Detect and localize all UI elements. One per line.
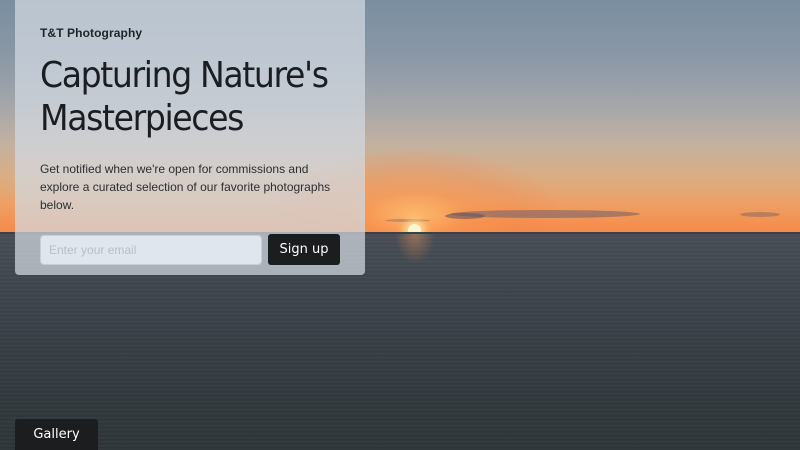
hero-description: Get notified when we're open for commiss…	[40, 162, 331, 212]
page-title: Capturing Nature's Masterpieces	[40, 55, 329, 139]
sign-up-button[interactable]: Sign up	[268, 234, 340, 265]
cloud	[445, 213, 485, 219]
cloud	[740, 212, 780, 217]
brand-name: T&T Photography	[40, 26, 143, 40]
hero-card: T&T Photography Capturing Nature's Maste…	[15, 0, 365, 275]
sun-reflection	[395, 234, 435, 264]
signup-form: Sign up	[40, 234, 340, 265]
cloud	[385, 219, 430, 222]
gallery-button[interactable]: Gallery	[15, 419, 98, 450]
landing-page: T&T Photography Capturing Nature's Maste…	[0, 0, 800, 450]
email-input[interactable]	[40, 234, 262, 265]
